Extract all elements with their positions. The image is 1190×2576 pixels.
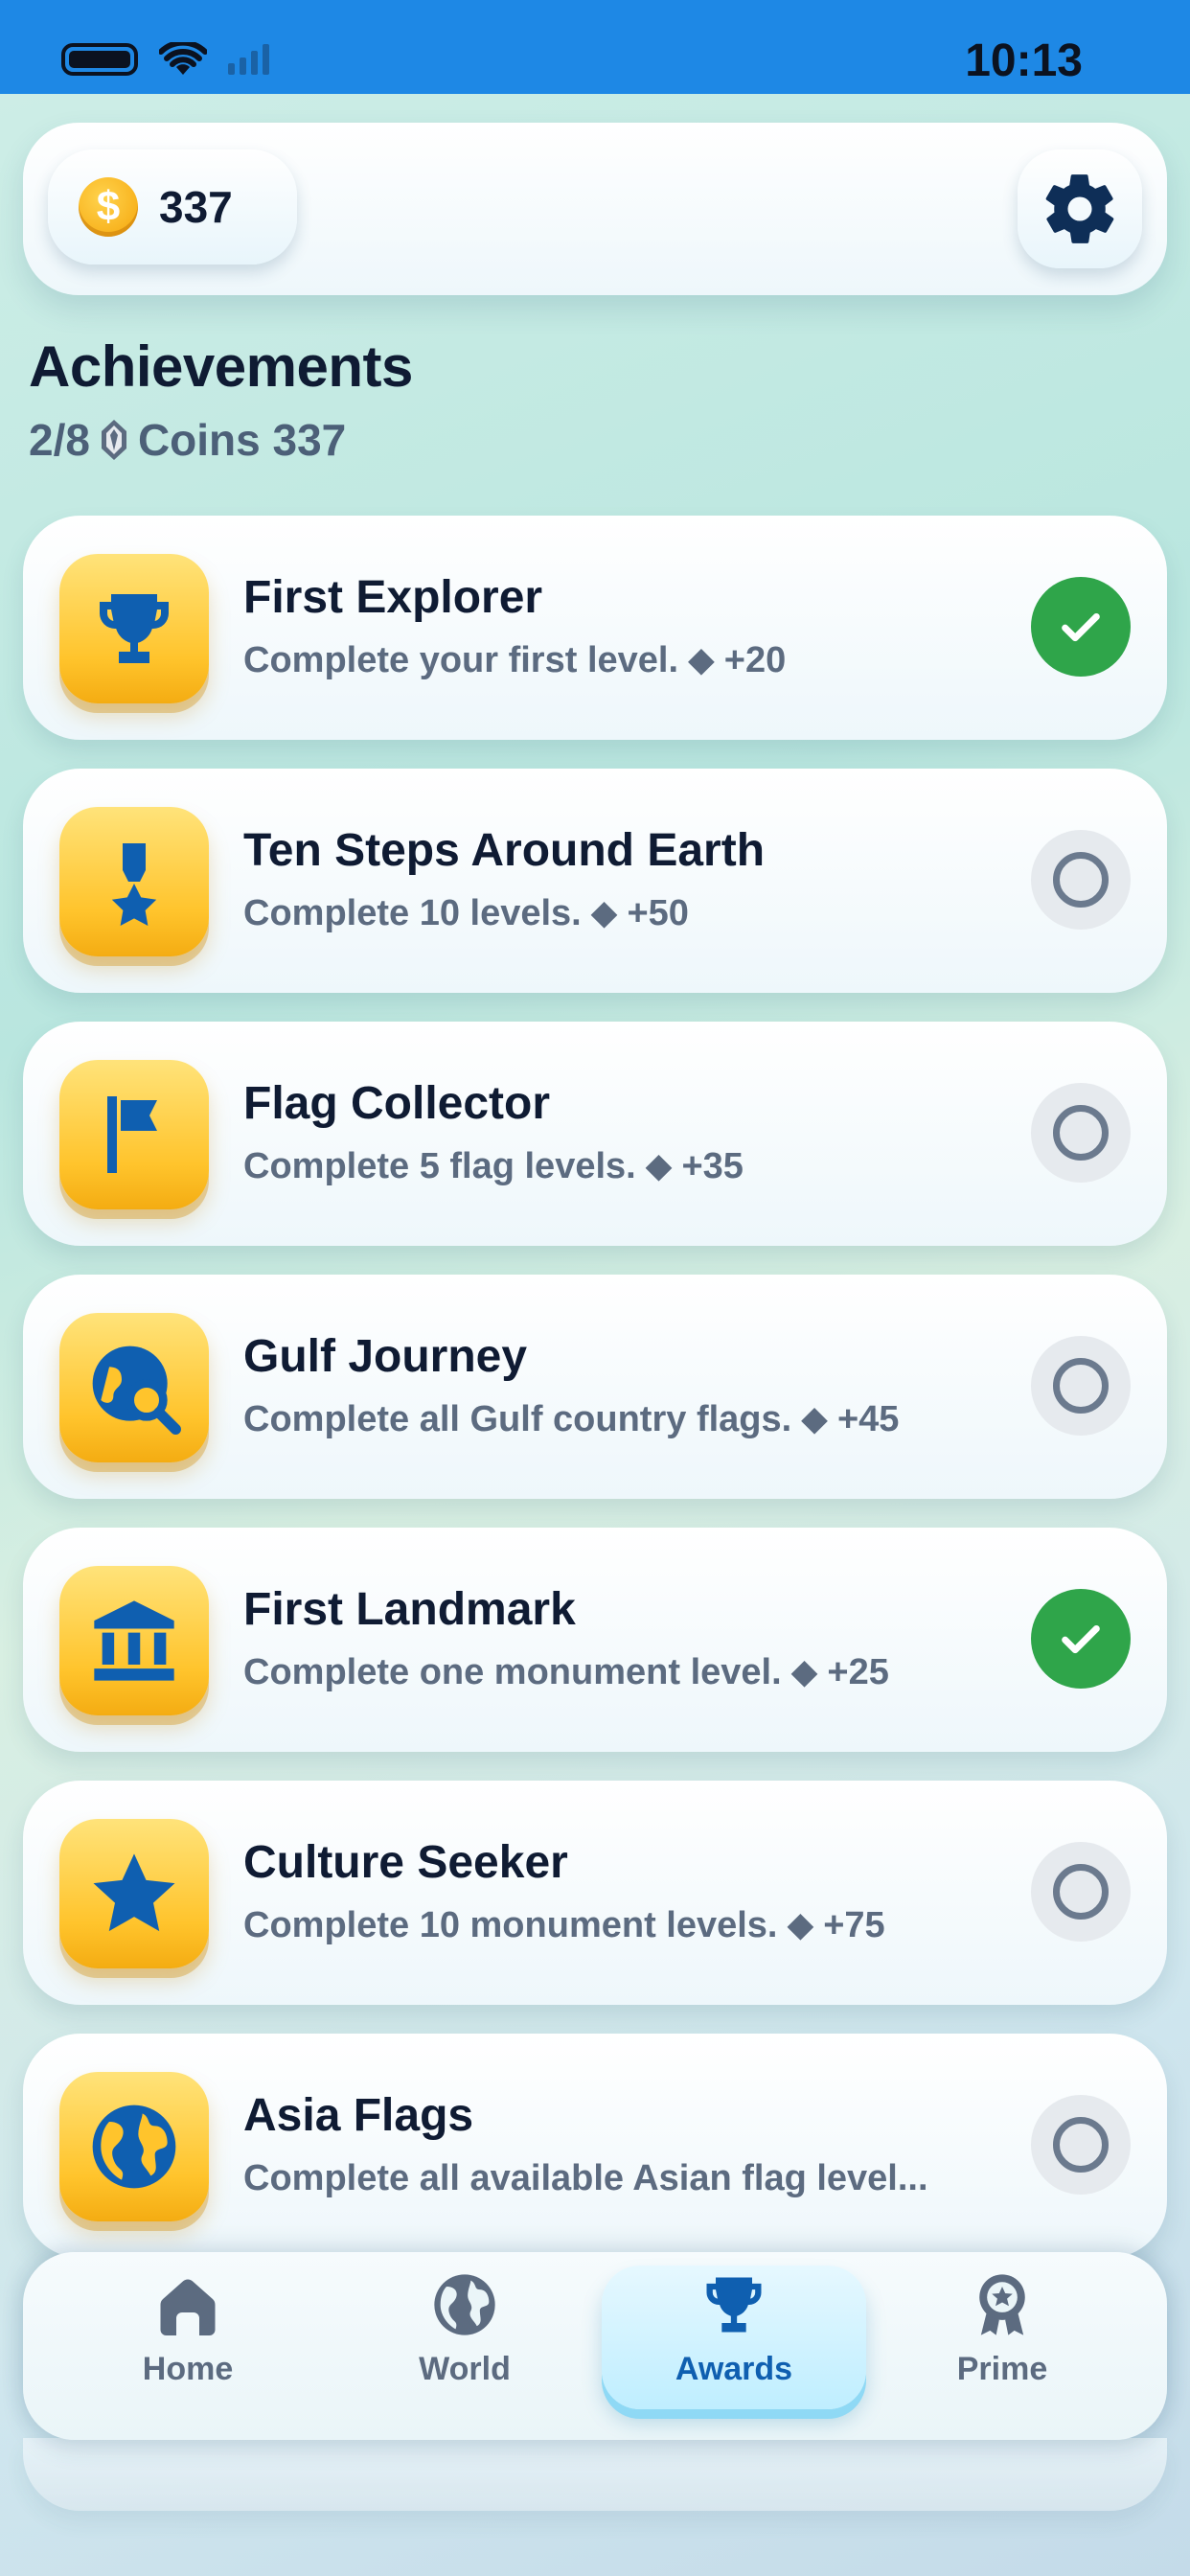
nav-world-label: World — [419, 2351, 511, 2387]
home-icon — [160, 2279, 216, 2335]
status-time: 10:13 — [965, 35, 1083, 86]
achievement-desc: Complete all Gulf country flags. ⬥ +45 — [243, 1399, 900, 1439]
achievement-progress: 2/8 — [29, 415, 90, 465]
top-panel: $ 337 — [23, 123, 1167, 295]
achievement-card[interactable]: First Explorer Complete your first level… — [23, 516, 1167, 740]
gem-icon: ⬥ — [788, 1905, 813, 1945]
achievement-title: Culture Seeker — [243, 1837, 568, 1888]
gem-icon: ⬥ — [646, 1146, 672, 1186]
nav-home-label: Home — [142, 2351, 234, 2387]
gem-icon: ⬥ — [791, 1652, 817, 1692]
gem-icon — [101, 420, 126, 460]
medal-icon — [59, 807, 209, 956]
achievement-desc: Complete your first level. ⬥ +20 — [243, 640, 787, 680]
trophy-icon — [59, 554, 209, 703]
achievement-card[interactable]: Ten Steps Around Earth Complete 10 level… — [23, 769, 1167, 993]
globe-search-icon — [59, 1313, 209, 1462]
nav-home[interactable]: Home — [56, 2266, 320, 2409]
globe-icon — [434, 2274, 495, 2335]
incomplete-circle-icon — [1031, 1336, 1131, 1436]
award-badge-icon — [979, 2274, 1025, 2335]
settings-button[interactable] — [1018, 150, 1142, 268]
achievement-card[interactable]: Flag Collector Complete 5 flag levels. ⬥… — [23, 1022, 1167, 1246]
gear-icon — [1045, 174, 1114, 243]
achievement-card-partial — [23, 2438, 1167, 2511]
page-title: Achievements — [29, 334, 413, 399]
nav-awards[interactable]: Awards — [602, 2266, 866, 2409]
bottom-nav: Home World Awards Prime — [23, 2252, 1167, 2440]
achievement-desc: Complete 10 levels. ⬥ +50 — [243, 893, 689, 933]
gem-icon: ⬥ — [688, 640, 715, 680]
achievement-card[interactable]: Culture Seeker Complete 10 monument leve… — [23, 1781, 1167, 2005]
landmark-icon — [59, 1566, 209, 1715]
flag-icon — [59, 1060, 209, 1209]
achievement-title: First Explorer — [243, 572, 543, 623]
nav-prime-label: Prime — [956, 2351, 1048, 2387]
achievement-title: Gulf Journey — [243, 1331, 528, 1382]
achievement-card[interactable]: Gulf Journey Complete all Gulf country f… — [23, 1275, 1167, 1499]
achievement-card[interactable]: Asia Flags Complete all available Asian … — [23, 2034, 1167, 2258]
achievement-desc: Complete 10 monument levels. ⬥ +75 — [243, 1905, 885, 1945]
nav-world[interactable]: World — [332, 2266, 597, 2409]
page-subtitle: 2/8 Coins 337 — [29, 414, 346, 466]
achievement-title: First Landmark — [243, 1584, 576, 1635]
coin-icon: $ — [79, 177, 138, 237]
coin-balance[interactable]: $ 337 — [48, 150, 297, 264]
completed-check-icon — [1031, 577, 1131, 677]
nav-prime[interactable]: Prime — [870, 2266, 1134, 2409]
battery-icon — [61, 43, 138, 76]
incomplete-circle-icon — [1031, 1842, 1131, 1942]
status-icons — [61, 42, 269, 77]
incomplete-circle-icon — [1031, 830, 1131, 930]
achievement-desc: Complete one monument level. ⬥ +25 — [243, 1652, 889, 1692]
gem-icon: ⬥ — [801, 1399, 828, 1439]
achievement-desc: Complete all available Asian flag level.… — [243, 2158, 928, 2198]
star-icon — [59, 1819, 209, 1968]
globe-icon — [59, 2072, 209, 2221]
incomplete-circle-icon — [1031, 2095, 1131, 2195]
coins-summary: Coins 337 — [137, 415, 347, 465]
achievement-title: Asia Flags — [243, 2090, 474, 2141]
achievement-title: Flag Collector — [243, 1078, 551, 1129]
wifi-icon — [159, 42, 207, 75]
cellular-icon — [228, 44, 269, 75]
completed-check-icon — [1031, 1589, 1131, 1689]
incomplete-circle-icon — [1031, 1083, 1131, 1183]
status-bar: 10:13 — [0, 0, 1190, 94]
gem-icon: ⬥ — [591, 893, 617, 933]
trophy-icon — [706, 2277, 762, 2333]
achievement-title: Ten Steps Around Earth — [243, 825, 766, 876]
achievement-card[interactable]: First Landmark Complete one monument lev… — [23, 1528, 1167, 1752]
coin-count: 337 — [159, 182, 233, 232]
nav-awards-label: Awards — [675, 2351, 793, 2387]
achievement-desc: Complete 5 flag levels. ⬥ +35 — [243, 1146, 744, 1186]
